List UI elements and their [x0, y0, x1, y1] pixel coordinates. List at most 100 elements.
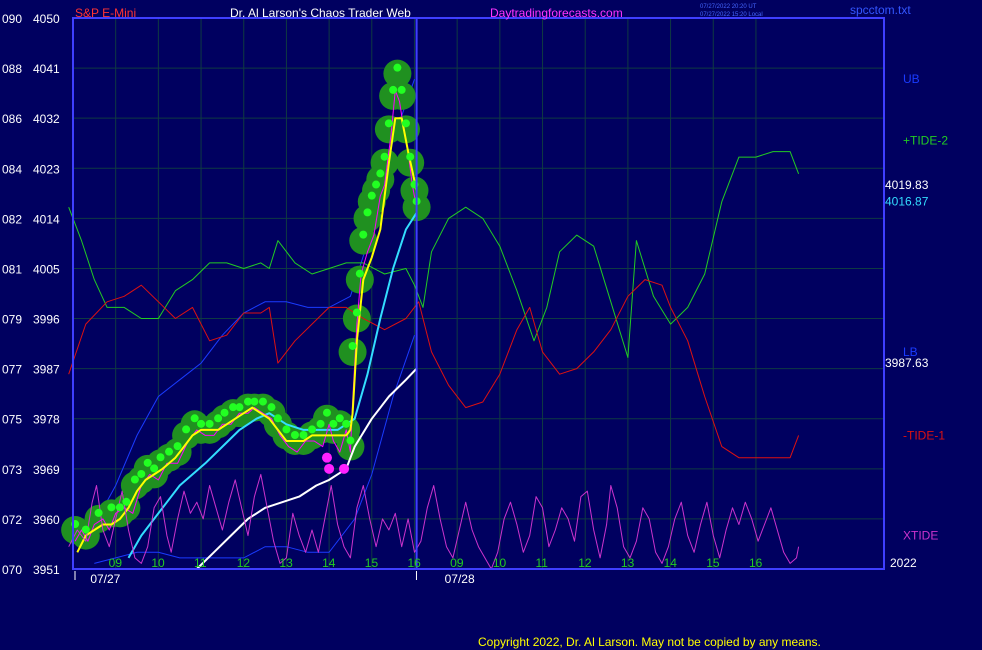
series-label: -TIDE-1 [903, 428, 945, 442]
y-tick-right: 4014 [33, 212, 60, 226]
x-tick-label: 16 [749, 556, 763, 570]
y-tick-right: 3978 [33, 413, 60, 427]
x-tick-label: 09 [109, 556, 123, 570]
price-dot [81, 525, 90, 534]
x-axis-labels: 09 10 11 12 13 14 15 16 09 10 11 12 13 14 15 16 07/27 07/… [74, 556, 917, 586]
price-dot [348, 341, 357, 350]
y-tick-left: 082 [2, 212, 22, 226]
tide_plus-line [68, 151, 800, 358]
y-tick-left: 088 [2, 62, 22, 76]
price-dot [376, 169, 385, 178]
chart-grid [73, 17, 884, 570]
price-dot [346, 436, 355, 445]
x-tick-label: 12 [578, 556, 592, 570]
price-dot [335, 414, 344, 423]
y-tick-right: 4005 [33, 262, 60, 276]
price-dot [316, 419, 325, 428]
price-dot [406, 152, 415, 161]
price-dot [130, 475, 139, 484]
y-tick-left: 086 [2, 112, 22, 126]
y-tick-left: 077 [2, 363, 22, 377]
x-tick-label: 12 [237, 556, 251, 570]
price-dot [273, 414, 282, 423]
price-dot [122, 497, 131, 506]
y-tick-left: 081 [2, 262, 22, 276]
y-tick-right: 4032 [33, 112, 60, 126]
series-label: UB [903, 72, 920, 86]
y-tick-left: 079 [2, 313, 22, 327]
price-dots [71, 63, 421, 534]
value-label: 4016.87 [885, 195, 929, 209]
price-dot [322, 408, 331, 417]
year-label: 2022 [890, 556, 917, 570]
date-label: 07/27 [90, 572, 120, 586]
x-tick-label: 16 [407, 556, 421, 570]
y-tick-right: 3987 [33, 363, 60, 377]
price-dot [299, 430, 308, 439]
y-tick-left: 073 [2, 463, 22, 477]
price-dot [137, 469, 146, 478]
price-dot [401, 119, 410, 128]
y-tick-left: 075 [2, 413, 22, 427]
x-tick-label: 14 [664, 556, 678, 570]
signal-marker [324, 463, 335, 474]
price-dot [258, 397, 267, 406]
price-dot [355, 269, 364, 278]
x-tick-label: 14 [322, 556, 336, 570]
price-dot [282, 425, 291, 434]
price-dot [389, 85, 398, 94]
price-dot [363, 208, 372, 217]
y-tick-left: 084 [2, 162, 22, 176]
x-tick-label: 15 [706, 556, 720, 570]
price-dot [267, 403, 276, 412]
right-labels: 4019.834016.873987.63UB+TIDE-2LB-TIDE-1X… [885, 72, 948, 542]
price-dot [397, 85, 406, 94]
date-label: 07/28 [445, 572, 475, 586]
x-tick-label: 11 [536, 556, 549, 570]
series-label: XTIDE [903, 529, 938, 543]
y-axis-labels: 090 4050 088 4041 086 4032 084 4023 082 4014 081 40… [2, 12, 60, 577]
price-dot [182, 425, 191, 434]
x-tick-label: 15 [365, 556, 379, 570]
price-dot [329, 419, 338, 428]
x-tick-label: 10 [493, 556, 507, 570]
series-label: +TIDE-2 [903, 133, 948, 147]
signal-marker [321, 452, 332, 463]
y-tick-right: 4050 [33, 12, 60, 26]
x-tick-label: 11 [194, 556, 207, 570]
y-tick-right: 3960 [33, 513, 60, 527]
price-dot [214, 414, 223, 423]
price-dot [173, 442, 182, 451]
y-tick-right: 3996 [33, 313, 60, 327]
x-tick-label: 09 [450, 556, 464, 570]
price-glow [61, 59, 431, 550]
copyright-notice: Copyright 2022, Dr. Al Larson. May not b… [478, 635, 821, 649]
plot-border [72, 17, 885, 570]
y-tick-right: 3969 [33, 463, 60, 477]
price-dot [342, 419, 351, 428]
price-dot [197, 419, 206, 428]
site-link[interactable]: Daytradingforecasts.com [490, 6, 623, 20]
lb-line [94, 335, 415, 564]
price-dot [107, 503, 116, 512]
price-dot [220, 408, 229, 417]
x-tick-label: 13 [621, 556, 635, 570]
value-label: 4019.83 [885, 178, 929, 192]
price-dot [250, 397, 259, 406]
series-lines [68, 89, 800, 570]
instrument-label: S&P E-Mini [75, 6, 136, 20]
price-dot [165, 447, 174, 456]
y-tick-left: 072 [2, 513, 22, 527]
y-tick-left: 090 [2, 12, 22, 26]
price-dot [372, 180, 381, 189]
price-dot [384, 119, 393, 128]
price-dot [352, 308, 361, 317]
y-tick-right: 3951 [33, 563, 60, 577]
price-dot [290, 430, 299, 439]
price-dot [359, 230, 368, 239]
y-tick-right: 4041 [33, 62, 60, 76]
y-tick-right: 4023 [33, 162, 60, 176]
price-dot [150, 464, 159, 473]
utc-stamp: 07/27/2022 20:20 UT [700, 4, 757, 10]
data-file-label: spcctom.txt [850, 3, 911, 17]
